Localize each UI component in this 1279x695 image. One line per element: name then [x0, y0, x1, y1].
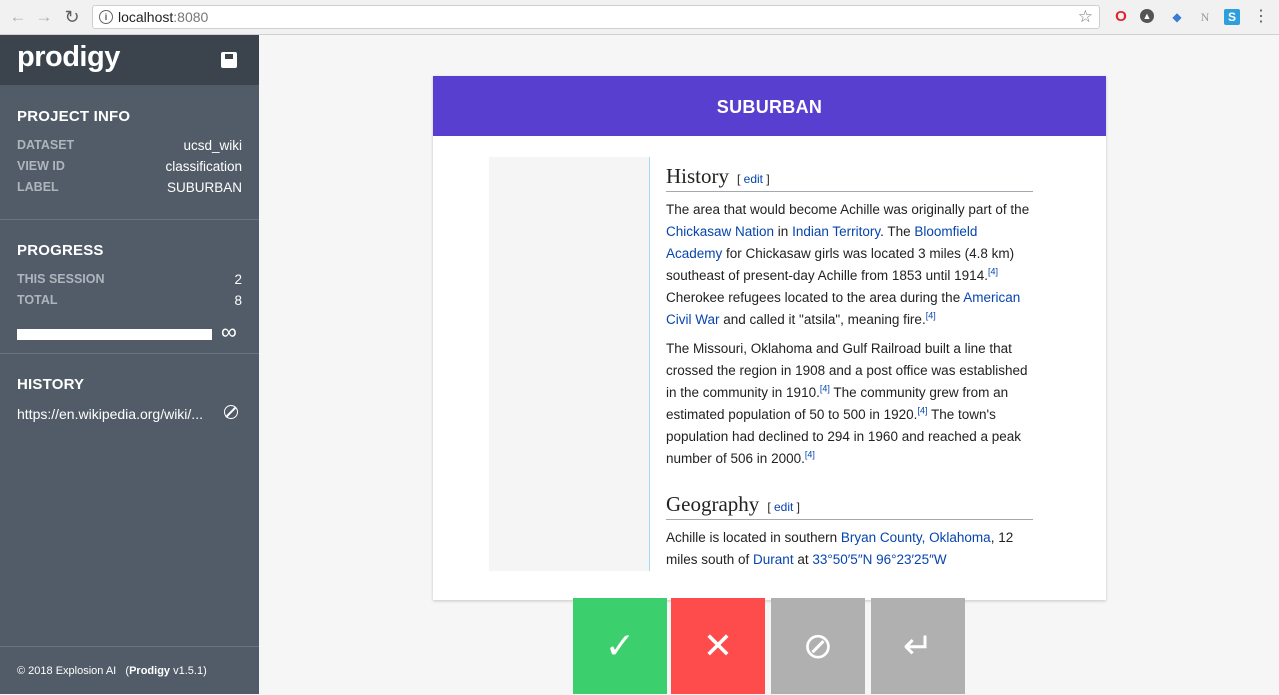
infinity-icon: ∞	[221, 319, 237, 344]
label-value: SUBURBAN	[166, 180, 242, 195]
geography-heading: Geography[ edit ]	[666, 488, 1033, 520]
project-info-section: PROJECT INFO DATASET ucsd_wiki VIEW ID c…	[0, 85, 259, 220]
undo-icon: ↵	[902, 625, 934, 666]
link-coordinates[interactable]: 33°50′5″N 96°23′25″W	[812, 552, 946, 567]
link-bryan-county[interactable]: Bryan County, Oklahoma	[841, 530, 991, 545]
history-heading: History[ edit ]	[666, 160, 1033, 192]
ghostery-extension-icon[interactable]: ▲	[1140, 9, 1154, 23]
s-extension-icon[interactable]: S	[1224, 9, 1240, 25]
this-session-row: THIS SESSION 2	[17, 269, 242, 290]
edit-link[interactable]: [ edit ]	[767, 500, 800, 514]
progress-bar	[17, 329, 212, 340]
annotation-card: SUBURBAN History[ edit ] The area that w…	[433, 76, 1106, 600]
citation[interactable]: [4]	[988, 267, 998, 277]
paragraph-1: The area that would become Achille was o…	[666, 202, 1030, 327]
action-buttons: ✓ ✕ ⊘ ↵	[572, 598, 968, 694]
info-icon[interactable]: i	[99, 10, 113, 24]
bookmark-star-icon[interactable]: ☆	[1078, 7, 1093, 27]
undo-button[interactable]: ↵	[871, 598, 965, 694]
copyright-text: © 2018 Explosion AI	[17, 665, 117, 677]
label-header: SUBURBAN	[433, 76, 1106, 136]
total-key: TOTAL	[17, 293, 58, 307]
paragraph-2: The Missouri, Oklahoma and Gulf Railroad…	[666, 341, 1028, 466]
reload-icon[interactable]: ↻	[62, 7, 82, 27]
dataset-value: ucsd_wiki	[183, 138, 242, 153]
view-id-key: VIEW ID	[17, 159, 65, 173]
ignore-icon: ⊘	[802, 625, 834, 666]
edit-link[interactable]: [ edit ]	[737, 172, 770, 186]
graduation-cap-extension-icon[interactable]: ◆	[1168, 8, 1186, 26]
back-arrow-icon[interactable]: ←	[8, 7, 28, 27]
paragraph-3: Achille is located in southern Bryan Cou…	[666, 530, 1014, 567]
project-info-title: PROJECT INFO	[17, 108, 131, 125]
this-session-value: 2	[234, 272, 242, 287]
history-item[interactable]: https://en.wikipedia.org/wiki/...	[17, 403, 242, 425]
cross-icon: ✕	[702, 625, 734, 666]
progress-section: PROGRESS THIS SESSION 2 TOTAL 8 ∞	[0, 220, 259, 354]
label-row: LABEL SUBURBAN	[17, 177, 242, 198]
opera-extension-icon[interactable]: O	[1112, 8, 1130, 26]
wiki-content: History[ edit ] The area that would beco…	[666, 160, 1033, 571]
product-name[interactable]: Prodigy	[129, 665, 170, 677]
link-indian-territory[interactable]: Indian Territory	[792, 224, 880, 239]
reject-button[interactable]: ✕	[671, 598, 765, 694]
address-bar[interactable]: i localhost:8080 ☆	[92, 5, 1100, 29]
dataset-key: DATASET	[17, 138, 75, 152]
dataset-row: DATASET ucsd_wiki	[17, 135, 242, 156]
citation[interactable]: [4]	[917, 406, 927, 416]
brand-bar: prodigy	[0, 35, 259, 85]
link-durant[interactable]: Durant	[753, 552, 794, 567]
history-item-text: https://en.wikipedia.org/wiki/...	[17, 406, 203, 422]
url-text[interactable]: localhost:8080	[118, 9, 208, 25]
label-key: LABEL	[17, 180, 59, 194]
notion-extension-icon[interactable]: N	[1196, 8, 1214, 26]
infobox-placeholder	[489, 157, 649, 571]
sidebar-footer: © 2018 Explosion AI (Prodigy v1.5.1)	[0, 646, 259, 694]
this-session-key: THIS SESSION	[17, 272, 105, 286]
divider-line	[649, 157, 650, 571]
menu-kebab-icon[interactable]: ⋮	[1252, 8, 1270, 26]
save-icon[interactable]	[221, 52, 237, 68]
sidebar: prodigy PROJECT INFO DATASET ucsd_wiki V…	[0, 35, 259, 694]
total-row: TOTAL 8	[17, 290, 242, 311]
link-chickasaw-nation[interactable]: Chickasaw Nation	[666, 224, 774, 239]
view-id-value: classification	[165, 159, 242, 174]
view-id-row: VIEW ID classification	[17, 156, 242, 177]
citation[interactable]: [4]	[805, 450, 815, 460]
citation[interactable]: [4]	[926, 311, 936, 321]
total-value: 8	[234, 293, 242, 308]
progress-title: PROGRESS	[17, 242, 104, 259]
ignore-button[interactable]: ⊘	[771, 598, 865, 694]
browser-toolbar: ← → ↻ i localhost:8080 ☆ O ▲ ◆ N S ⋮	[0, 0, 1279, 35]
ignored-state-icon	[224, 405, 238, 419]
checkmark-icon: ✓	[604, 625, 636, 666]
prodigy-logo[interactable]: prodigy	[17, 41, 120, 74]
accept-button[interactable]: ✓	[573, 598, 667, 694]
version-text: v1.5.1	[173, 665, 204, 677]
forward-arrow-icon[interactable]: →	[34, 7, 54, 27]
citation[interactable]: [4]	[820, 384, 830, 394]
history-section: HISTORY https://en.wikipedia.org/wiki/..…	[0, 354, 259, 425]
history-title: HISTORY	[17, 376, 85, 393]
